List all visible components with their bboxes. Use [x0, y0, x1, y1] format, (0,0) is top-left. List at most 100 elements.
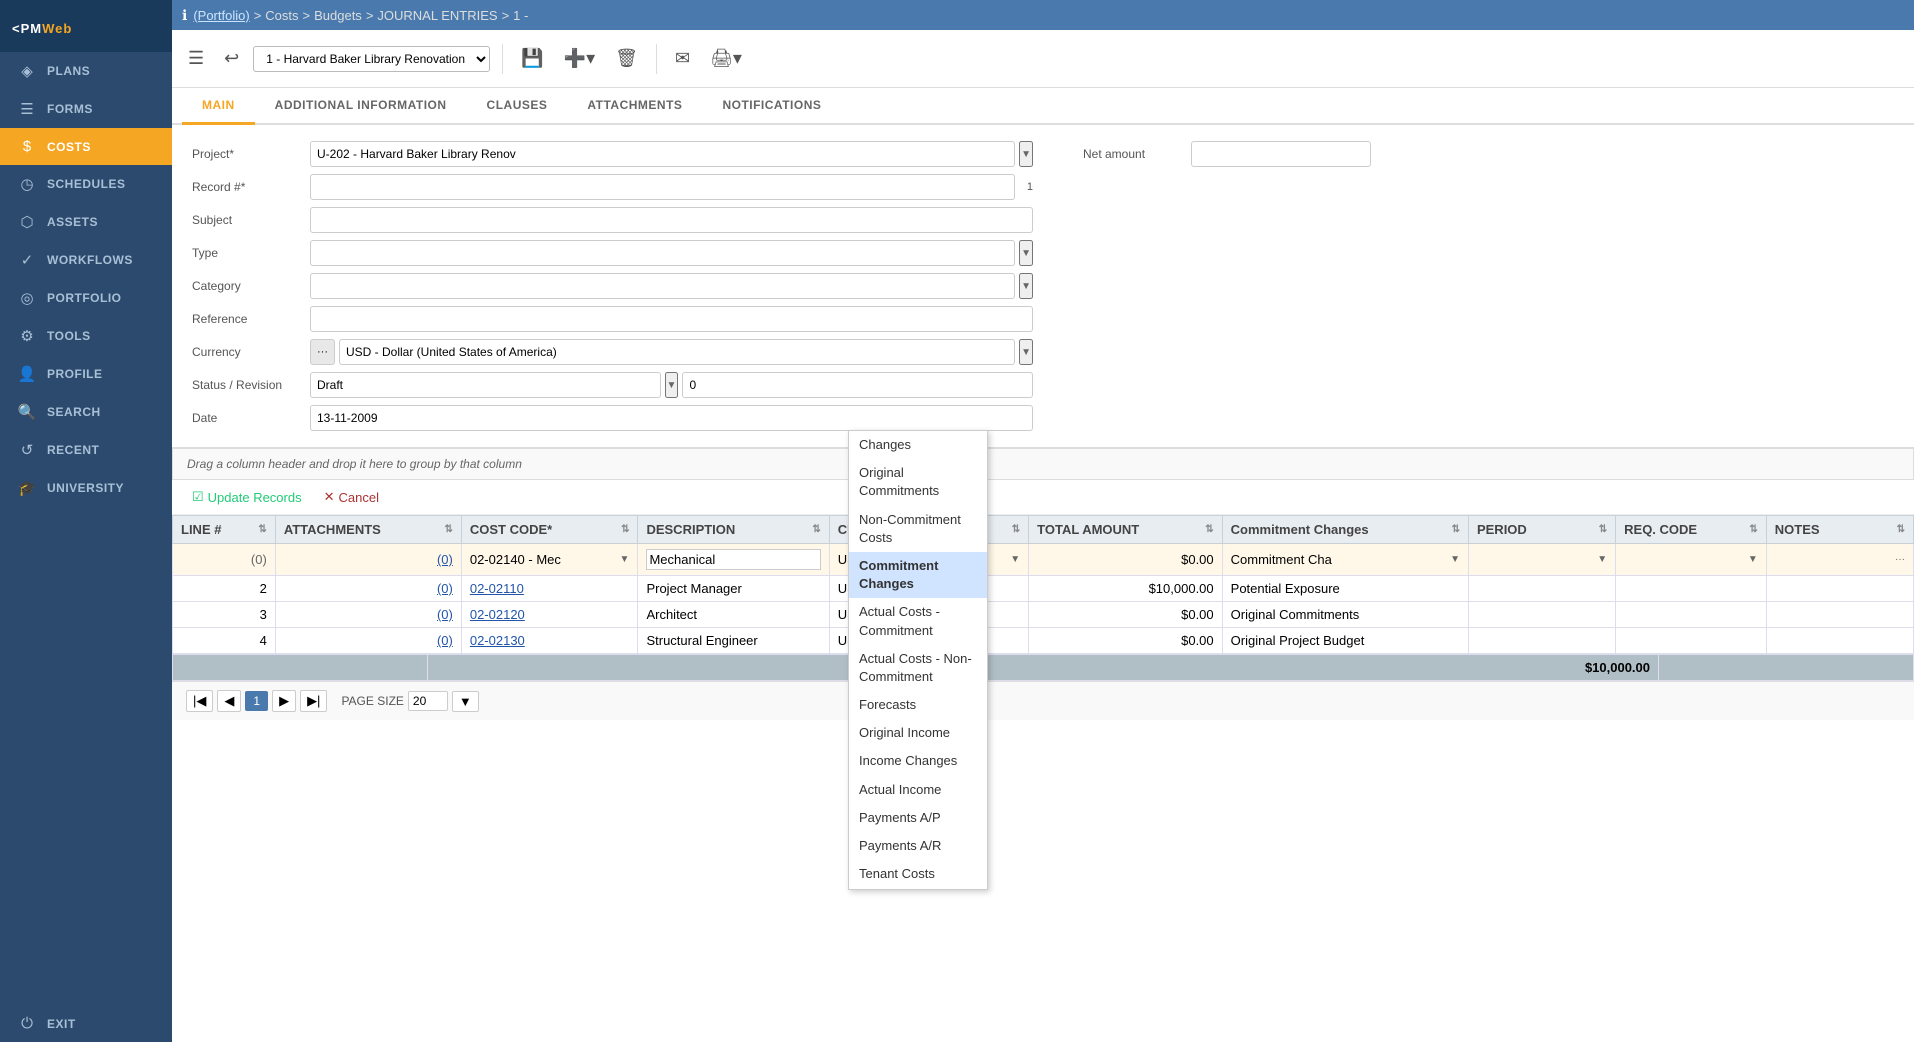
tab-clauses[interactable]: CLAUSES: [467, 88, 568, 125]
sidebar-item-schedules[interactable]: ◷ SCHEDULES: [0, 165, 172, 203]
first-page-button[interactable]: |◀: [186, 690, 213, 712]
sort-icon[interactable]: ⇅: [1599, 524, 1607, 535]
dropdown-item-income_changes[interactable]: Income Changes: [849, 747, 987, 775]
breadcrumb-portfolio[interactable]: (Portfolio): [193, 8, 249, 23]
sort-icon[interactable]: ⇅: [1897, 524, 1905, 535]
date-input[interactable]: [310, 405, 1033, 431]
currency-input[interactable]: [339, 339, 1015, 365]
add-button[interactable]: ➕▾: [558, 44, 601, 73]
currency-dropdown-btn[interactable]: ▼: [1019, 339, 1033, 365]
info-icon[interactable]: ℹ: [182, 7, 187, 24]
dropdown-item-original_commitments[interactable]: Original Commitments: [849, 459, 987, 505]
dropdown-item-tenant_costs[interactable]: Tenant Costs: [849, 860, 987, 888]
cost-code-link[interactable]: 02-02130: [470, 633, 525, 648]
sort-icon[interactable]: ⇅: [1749, 524, 1757, 535]
attachment-link[interactable]: (0): [437, 633, 453, 648]
form-row-reference: Reference: [192, 306, 1033, 332]
page-size-dropdown-btn[interactable]: ▼: [452, 691, 479, 712]
sidebar-item-profile[interactable]: 👤 PROFILE: [0, 355, 172, 393]
attachment-link[interactable]: (0): [437, 581, 453, 596]
dropdown-item-payments_ap[interactable]: Payments A/P: [849, 804, 987, 832]
dropdown-item-non_commitment_costs[interactable]: Non-Commitment Costs: [849, 506, 987, 552]
dropdown-item-tenant_revenue[interactable]: Tenant Revenue: [849, 888, 987, 890]
print-button[interactable]: 🖨▾: [704, 44, 748, 73]
dropdown-item-actual_costs_non_commitment[interactable]: Actual Costs - Non-Commitment: [849, 645, 987, 691]
sidebar-item-costs[interactable]: $ COSTS: [0, 128, 172, 165]
table-row[interactable]: (0) (0) 02-02140 - Mec ▼ USD - Dollar (U…: [173, 544, 1914, 576]
cancel-button[interactable]: ✕ Cancel: [318, 486, 385, 508]
revision-input[interactable]: [682, 372, 1033, 398]
sidebar-item-search[interactable]: 🔍 SEARCH: [0, 393, 172, 431]
tab-main[interactable]: MAIN: [182, 88, 255, 125]
dropdown-item-changes[interactable]: Changes: [849, 431, 987, 459]
sort-icon[interactable]: ⇅: [812, 524, 820, 535]
sidebar-item-tools[interactable]: ⚙ TOOLS: [0, 317, 172, 355]
tab-attachments[interactable]: ATTACHMENTS: [567, 88, 702, 125]
form-row-currency: Currency ··· ▼: [192, 339, 1033, 365]
sidebar-item-recent[interactable]: ↺ RECENT: [0, 431, 172, 469]
table-row[interactable]: 2 (0) 02-02110 Project Manager USD - Dol…: [173, 576, 1914, 602]
sort-icon[interactable]: ⇅: [258, 524, 266, 535]
dropdown-item-forecasts[interactable]: Forecasts: [849, 691, 987, 719]
description-cell-input[interactable]: [646, 549, 820, 570]
sidebar-item-portfolio[interactable]: ◎ PORTFOLIO: [0, 279, 172, 317]
type-dropdown-btn[interactable]: ▼: [1019, 240, 1033, 266]
dropdown-item-commitment_changes[interactable]: Commitment Changes: [849, 552, 987, 598]
net-amount-input[interactable]: [1191, 141, 1371, 167]
commitment-dropdown[interactable]: ChangesOriginal CommitmentsNon-Commitmen…: [848, 430, 988, 890]
type-input[interactable]: [310, 240, 1015, 266]
subject-input[interactable]: [310, 207, 1033, 233]
sort-icon[interactable]: ⇅: [444, 524, 452, 535]
status-dropdown-btn[interactable]: ▼: [665, 372, 679, 398]
save-button[interactable]: 💾: [515, 44, 549, 73]
tab-additional[interactable]: ADDITIONAL INFORMATION: [255, 88, 467, 125]
dropdown-item-payments_ar[interactable]: Payments A/R: [849, 832, 987, 860]
undo-button[interactable]: ↩: [218, 44, 245, 73]
cost-code-link[interactable]: 02-02110: [470, 581, 524, 596]
dropdown-item-actual_income[interactable]: Actual Income: [849, 776, 987, 804]
cost-code-link[interactable]: 02-02120: [470, 607, 525, 622]
last-page-button[interactable]: ▶|: [300, 690, 327, 712]
assets-icon: ⬡: [17, 213, 37, 231]
sort-icon[interactable]: ⇅: [1012, 524, 1020, 535]
table-row[interactable]: 3 (0) 02-02120 Architect USD - Dollar (U…: [173, 602, 1914, 628]
table-row[interactable]: 4 (0) 02-02130 Structural Engineer USD -…: [173, 628, 1914, 654]
category-dropdown-btn[interactable]: ▼: [1019, 273, 1033, 299]
menu-button[interactable]: ☰: [182, 44, 210, 73]
dropdown-item-original_income[interactable]: Original Income: [849, 719, 987, 747]
project-dropdown-btn[interactable]: ▼: [1019, 141, 1033, 167]
portfolio-icon: ◎: [17, 289, 37, 307]
reference-input[interactable]: [310, 306, 1033, 332]
sort-icon[interactable]: ⇅: [1205, 524, 1213, 535]
sort-icon[interactable]: ⇅: [1452, 524, 1460, 535]
next-page-button[interactable]: ▶: [272, 690, 296, 712]
breadcrumb-id: 1 -: [513, 8, 528, 23]
sidebar-item-workflows[interactable]: ✓ WORKFLOWS: [0, 241, 172, 279]
sidebar-item-university[interactable]: 🎓 UNIVERSITY: [0, 469, 172, 507]
status-input[interactable]: [310, 372, 661, 398]
update-records-button[interactable]: ☑ Update Records: [186, 486, 308, 508]
attachment-link[interactable]: (0): [437, 607, 453, 622]
sidebar-item-plans[interactable]: ◈ PLANS: [0, 52, 172, 90]
sort-icon[interactable]: ⇅: [621, 524, 629, 535]
sidebar-item-exit[interactable]: ⏻ EXIT: [0, 1005, 172, 1042]
prev-page-button[interactable]: ◀: [217, 690, 241, 712]
currency-picker-btn[interactable]: ···: [310, 339, 335, 365]
project-input[interactable]: [310, 141, 1015, 167]
project-select[interactable]: 1 - Harvard Baker Library Renovation: [253, 46, 490, 72]
attachment-link[interactable]: (0): [437, 552, 453, 567]
page-size-input[interactable]: [408, 691, 448, 711]
form-row-status: Status / Revision ▼: [192, 372, 1033, 398]
col-header-req-code: REQ. CODE ⇅: [1616, 516, 1767, 544]
sidebar-item-forms[interactable]: ☰ FORMS: [0, 90, 172, 128]
data-table: LINE # ⇅ ATTACHMENTS ⇅ COST CODE*: [172, 515, 1914, 654]
form-area: Project* ▼ Record #* 1 Subject Type: [172, 125, 1914, 448]
tab-notifications[interactable]: NOTIFICATIONS: [702, 88, 841, 125]
sidebar-item-label: COSTS: [47, 140, 91, 154]
record-input[interactable]: [310, 174, 1015, 200]
email-button[interactable]: ✉: [669, 44, 696, 73]
category-input[interactable]: [310, 273, 1015, 299]
sidebar-item-assets[interactable]: ⬡ ASSETS: [0, 203, 172, 241]
dropdown-item-actual_costs_commitment[interactable]: Actual Costs - Commitment: [849, 598, 987, 644]
delete-button[interactable]: 🗑: [609, 44, 644, 73]
